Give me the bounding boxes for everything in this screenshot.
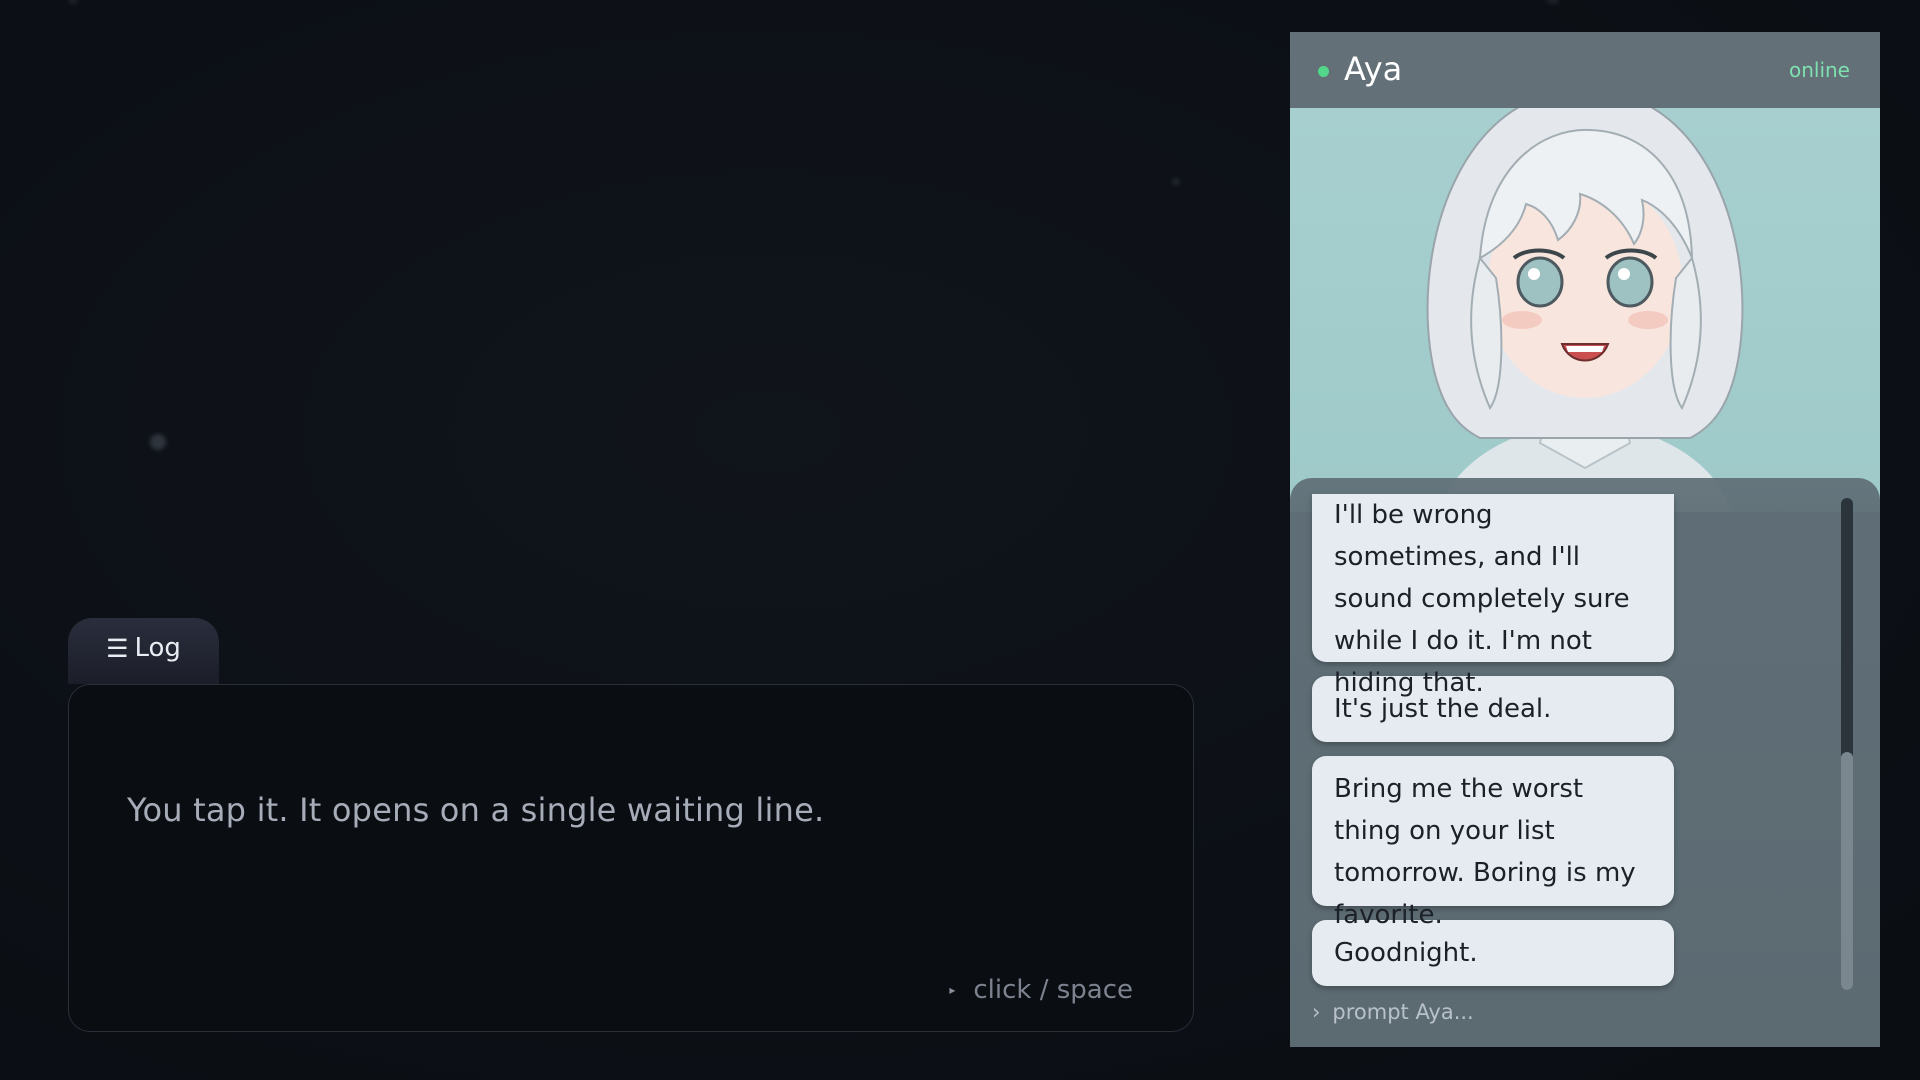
phone-chat-window: Aya online I'll be wrong sometimes, and …: [1290, 32, 1880, 1047]
prompt-placeholder: prompt Aya...: [1332, 1000, 1474, 1024]
status-dot-icon: [1318, 66, 1329, 77]
dust-particle: [68, 0, 78, 4]
aya-portrait-illustration: [1426, 88, 1744, 512]
character-portrait: [1290, 88, 1880, 512]
narration-text: You tap it. It opens on a single waiting…: [127, 791, 825, 829]
log-button[interactable]: ☰ Log: [68, 618, 219, 684]
message-bubble: Bring me the worst thing on your list to…: [1312, 756, 1674, 930]
chat-scrollbar[interactable]: [1841, 498, 1853, 990]
advance-hint-label: click / space: [973, 975, 1133, 1005]
contact-name: Aya: [1344, 50, 1403, 88]
dust-particle: [1172, 178, 1180, 186]
dust-particle: [150, 434, 166, 450]
chevron-right-icon: ›: [1312, 1000, 1321, 1024]
chat-messages-panel[interactable]: I'll be wrong sometimes, and I'll sound …: [1290, 478, 1880, 1047]
dust-particle: [1546, 0, 1560, 4]
advance-hint[interactable]: ▸ click / space: [949, 975, 1133, 1005]
prompt-input[interactable]: › prompt Aya...: [1312, 1000, 1474, 1024]
dialogue-box[interactable]: You tap it. It opens on a single waiting…: [68, 684, 1194, 1032]
play-triangle-icon: ▸: [949, 983, 956, 997]
message-bubble: It's just the deal.: [1312, 676, 1674, 742]
message-list: I'll be wrong sometimes, and I'll sound …: [1312, 494, 1674, 1000]
log-button-label: Log: [134, 633, 181, 663]
game-stage: ☰ Log You tap it. It opens on a single w…: [0, 0, 1920, 1080]
message-bubble: I'll be wrong sometimes, and I'll sound …: [1312, 494, 1674, 698]
menu-lines-icon: ☰: [106, 633, 129, 663]
chat-header: Aya online: [1290, 32, 1880, 108]
chat-scrollbar-thumb[interactable]: [1841, 752, 1853, 990]
online-status: online: [1788, 58, 1850, 82]
message-bubble: Goodnight.: [1312, 920, 1674, 986]
